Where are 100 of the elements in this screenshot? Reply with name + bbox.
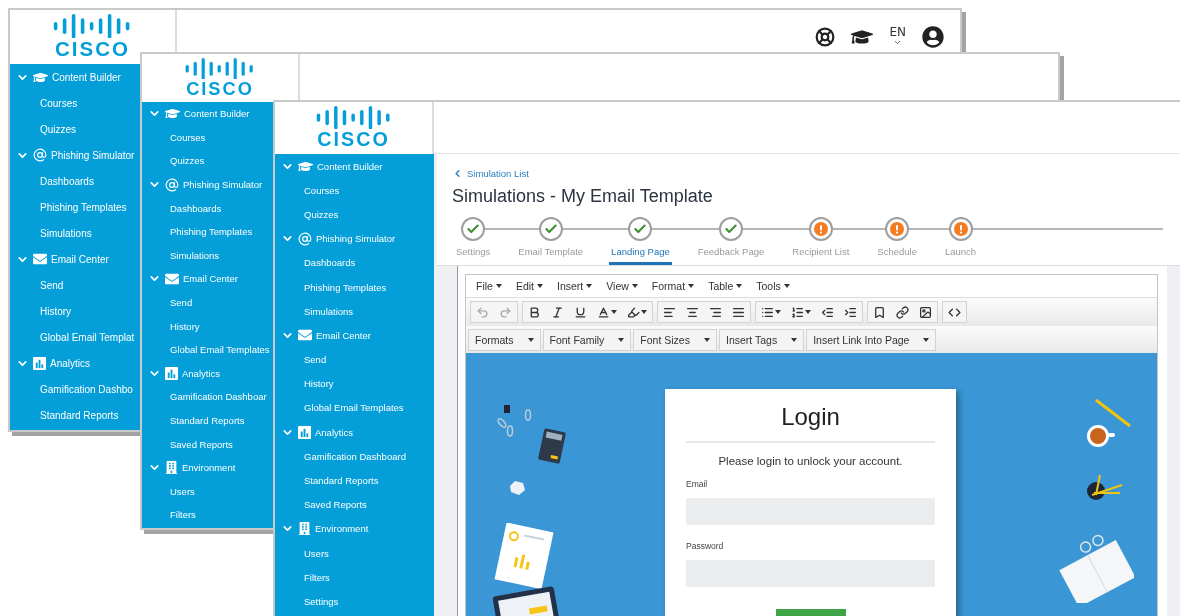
sidebar-item[interactable]: Send xyxy=(304,354,327,366)
caret-icon xyxy=(703,338,710,342)
sidebar-item[interactable]: Settings xyxy=(304,595,339,607)
sidebar-item[interactable]: Send xyxy=(170,297,193,309)
at-sign-icon xyxy=(298,231,312,246)
logo-bars-icon xyxy=(314,105,393,130)
sidebar-item[interactable]: Global Email Templates xyxy=(170,344,270,356)
sidebar-item[interactable]: Gamification Dashbo xyxy=(40,383,133,395)
sidebar-item[interactable]: Users xyxy=(170,485,195,497)
pencil-cup-drawing xyxy=(1086,473,1124,503)
sidebar-item[interactable]: History xyxy=(40,305,72,317)
sidebar-item[interactable]: History xyxy=(170,320,200,332)
sidebar-section[interactable]: Analytics xyxy=(182,367,220,379)
sidebar-item[interactable]: Dashboards xyxy=(304,257,356,269)
envelope-icon xyxy=(298,328,312,343)
sidebar-section[interactable]: Analytics xyxy=(50,357,90,369)
caret-icon xyxy=(618,338,625,342)
format-dropdown[interactable]: Formats xyxy=(468,329,541,351)
help-icon[interactable] xyxy=(815,26,836,47)
sidebar-item[interactable]: Standard Reports xyxy=(304,475,379,487)
sidebar-section[interactable]: Email Center xyxy=(51,253,109,265)
sidebar-item[interactable]: Gamification Dashboar xyxy=(170,391,267,403)
sidebar-item[interactable]: Gamification Dashboard xyxy=(304,450,406,462)
sidebar-item[interactable]: Users xyxy=(304,547,329,559)
menu-button[interactable]: Tools xyxy=(750,277,796,295)
sidebar-item[interactable]: Standard Reports xyxy=(170,415,245,426)
bar-chart-icon xyxy=(33,356,46,370)
format-dropdown[interactable]: Insert Link Into Page xyxy=(806,329,937,351)
format-dropdown[interactable]: Insert Tags xyxy=(718,329,805,351)
sidebar-item[interactable]: Saved Reports xyxy=(170,438,233,450)
sidebar-item[interactable]: Phishing Templates xyxy=(170,226,253,238)
sidebar-item[interactable]: Quizzes xyxy=(40,123,77,135)
check-icon xyxy=(633,222,648,236)
logo-wordmark: CISCO xyxy=(186,80,254,99)
sidebar-item[interactable]: Quizzes xyxy=(304,208,339,220)
menu-button[interactable]: Insert xyxy=(551,277,599,295)
sidebar-section[interactable]: Phishing Simulator xyxy=(51,149,135,161)
sidebar-item[interactable]: History xyxy=(304,378,334,390)
sidebar-item[interactable]: Global Email Templates xyxy=(304,402,404,414)
menu-button[interactable]: View xyxy=(600,277,644,295)
warning-icon xyxy=(890,222,905,236)
sidebar-section[interactable]: Environment xyxy=(315,523,369,535)
menu-button[interactable]: Table xyxy=(702,277,749,295)
sidebar-item[interactable]: Standard Reports xyxy=(40,409,119,421)
user-avatar-icon[interactable] xyxy=(922,25,944,48)
sidebar-section[interactable]: Analytics xyxy=(315,426,353,438)
sidebar-section[interactable]: Email Center xyxy=(183,273,238,285)
sidebar-item[interactable]: Saved Reports xyxy=(304,499,367,511)
sidebar-item[interactable]: Dashboards xyxy=(40,175,94,187)
step-tab[interactable]: Feedback Page xyxy=(695,246,767,265)
caret-icon xyxy=(537,284,543,288)
tablet-drawing xyxy=(492,585,562,616)
caret-icon xyxy=(688,284,695,288)
building-icon xyxy=(298,522,311,536)
sidebar-section[interactable]: Content Builder xyxy=(52,71,121,83)
sidebar-section[interactable]: Phishing Simulator xyxy=(316,233,396,245)
format-dropdown[interactable]: Font Sizes xyxy=(633,329,717,351)
menu-button[interactable]: File xyxy=(470,277,508,295)
step-tab[interactable]: Recipient List xyxy=(790,246,852,265)
sidebar-item[interactable]: Courses xyxy=(304,184,340,196)
italic-icon xyxy=(551,305,564,319)
menu-button[interactable]: Edit xyxy=(509,277,549,295)
sidebar-section[interactable]: Email Center xyxy=(316,329,371,341)
sidebar-item[interactable]: Phishing Templates xyxy=(304,281,387,293)
sidebar-section[interactable]: Content Builder xyxy=(184,108,250,120)
sidebar-item[interactable]: Courses xyxy=(170,131,206,143)
back-link[interactable]: Simulation List xyxy=(452,168,529,179)
align-justify-icon xyxy=(732,305,745,319)
sidebar-item[interactable]: Simulations xyxy=(170,249,220,261)
sidebar-item[interactable]: Filters xyxy=(170,509,196,521)
caret-icon xyxy=(586,284,593,288)
bar-chart-icon xyxy=(165,366,178,380)
sidebar-item[interactable]: Filters xyxy=(304,571,330,583)
step-tab[interactable]: Launch xyxy=(942,246,979,265)
sidebar-item[interactable]: Dashboards xyxy=(170,202,222,214)
language-selector[interactable]: EN xyxy=(889,26,906,47)
sidebar-item[interactable]: Courses xyxy=(40,97,78,109)
format-dropdown[interactable]: Font Family xyxy=(542,329,632,351)
sidebar-section[interactable]: Phishing Simulator xyxy=(183,179,263,191)
sidebar-section[interactable]: Content Builder xyxy=(317,160,383,172)
step-tab[interactable]: Email Template xyxy=(516,246,586,265)
sidebar-item[interactable]: Simulations xyxy=(304,305,354,317)
caret-icon xyxy=(783,284,790,288)
step-tab[interactable]: Settings xyxy=(454,246,493,265)
sidebar-section[interactable]: Environment xyxy=(182,462,236,474)
align-center-icon xyxy=(686,305,699,319)
numbered-list-icon xyxy=(791,305,804,319)
sidebar-item[interactable]: Quizzes xyxy=(170,155,205,167)
sidebar-item[interactable]: Phishing Templates xyxy=(40,201,127,213)
sidebar-item[interactable]: Simulations xyxy=(40,227,92,239)
outdent-icon xyxy=(821,305,834,319)
sidebar-item[interactable]: Global Email Templat xyxy=(40,331,135,343)
caret-icon xyxy=(775,310,781,314)
menu-button[interactable]: Format xyxy=(645,277,701,295)
login-title: Login xyxy=(781,403,840,431)
step-tab[interactable]: Schedule xyxy=(875,246,919,265)
check-icon xyxy=(724,222,738,236)
sidebar-item[interactable]: Send xyxy=(40,279,64,291)
redo-icon xyxy=(499,305,512,319)
caret-icon xyxy=(791,338,798,342)
